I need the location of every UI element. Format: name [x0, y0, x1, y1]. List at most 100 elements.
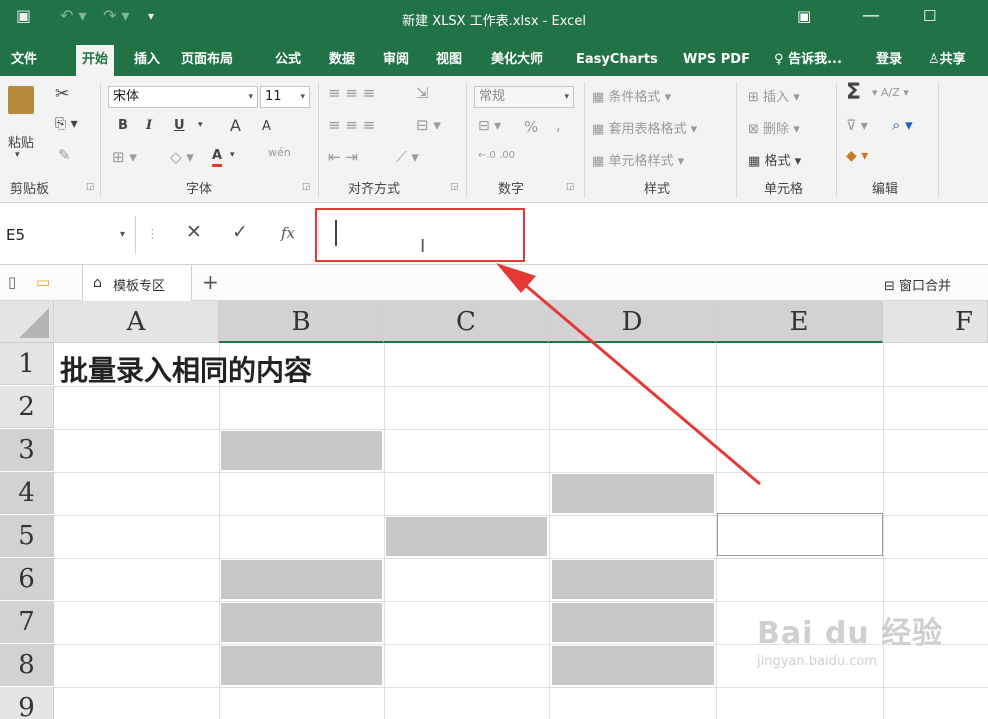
number-format-select[interactable]: 常规 ▾: [474, 86, 574, 108]
cell-c5[interactable]: [386, 517, 547, 556]
tell-me-search[interactable]: ♀ 告诉我...: [768, 47, 848, 76]
tab-data[interactable]: 数据: [323, 47, 361, 76]
indent-icon[interactable]: ⇤ ⇥: [328, 148, 358, 166]
cell-b3[interactable]: [221, 431, 382, 470]
clipboard-launcher-icon[interactable]: ◲: [86, 182, 95, 192]
cell-a1[interactable]: 批量录入相同的内容: [60, 349, 312, 389]
alignment-launcher-icon[interactable]: ◲: [450, 182, 459, 192]
tab-formulas[interactable]: 公式: [269, 47, 307, 76]
row-header-3[interactable]: 3: [0, 429, 54, 471]
tab-file[interactable]: 文件: [5, 47, 43, 76]
tab-wps-pdf[interactable]: WPS PDF: [677, 47, 756, 76]
tab-insert[interactable]: 插入: [128, 47, 166, 76]
paste-button[interactable]: 粘贴: [8, 132, 34, 151]
fill-button[interactable]: ⊽ ▾: [846, 118, 868, 134]
add-tab-button[interactable]: +: [202, 270, 219, 294]
tab-sign-in[interactable]: 登录: [870, 47, 908, 76]
fill-color-icon[interactable]: ◇ ▾: [170, 148, 194, 166]
row-header-1[interactable]: 1: [0, 343, 54, 385]
cell-styles-button[interactable]: ▦ 单元格样式 ▾: [592, 150, 684, 169]
row-header-4[interactable]: 4: [0, 472, 54, 514]
font-color-icon[interactable]: A: [212, 148, 223, 167]
cell-d6[interactable]: [552, 560, 714, 599]
row-header-2[interactable]: 2: [0, 386, 54, 428]
format-cells-button[interactable]: ▦ 格式 ▾: [748, 150, 801, 169]
cell-b7[interactable]: [221, 603, 382, 642]
clear-button[interactable]: ◆ ▾: [846, 148, 868, 164]
tab-home[interactable]: 开始: [76, 45, 115, 76]
copy-icon[interactable]: ⎘ ▾: [55, 116, 78, 132]
column-header-c[interactable]: C: [384, 301, 549, 343]
underline-button[interactable]: U: [174, 118, 185, 133]
column-header-a[interactable]: A: [54, 301, 219, 343]
column-header-f[interactable]: F: [883, 301, 988, 343]
underline-dropdown-icon[interactable]: ▾: [198, 120, 203, 130]
column-header-b[interactable]: B: [219, 301, 384, 343]
conditional-format-button[interactable]: ▦ 条件格式 ▾: [592, 86, 671, 105]
paste-dropdown-icon[interactable]: ▾: [15, 150, 20, 160]
cut-icon[interactable]: ✂: [55, 84, 69, 104]
cell-d4[interactable]: [552, 474, 714, 513]
tab-view[interactable]: 视图: [430, 47, 468, 76]
find-select-button[interactable]: ⌕ ▾: [892, 116, 913, 134]
cell-b6[interactable]: [221, 560, 382, 599]
comma-button[interactable]: ,: [556, 116, 561, 134]
cell-d7[interactable]: [552, 603, 714, 642]
row-header-9[interactable]: 9: [0, 687, 54, 719]
percent-button[interactable]: %: [524, 118, 538, 136]
number-launcher-icon[interactable]: ◲: [566, 182, 575, 192]
format-as-table-button[interactable]: ▦ 套用表格格式 ▾: [592, 118, 697, 137]
delete-cells-button[interactable]: ⊠ 删除 ▾: [748, 118, 800, 137]
grow-font-button[interactable]: A: [230, 116, 241, 135]
name-box-dropdown-icon[interactable]: ▾: [120, 216, 125, 254]
column-header-d[interactable]: D: [549, 301, 716, 343]
enter-button[interactable]: ✓: [232, 221, 248, 243]
active-cell-e5[interactable]: [717, 513, 883, 556]
share-button[interactable]: ♙共享: [922, 47, 972, 76]
row-header-5[interactable]: 5: [0, 515, 54, 557]
template-area-tab[interactable]: ⌂ 模板专区: [82, 265, 192, 301]
shrink-font-button[interactable]: A: [262, 119, 271, 134]
orientation-icon[interactable]: ⟋ ▾: [396, 148, 419, 166]
maximize-icon[interactable]: ☐: [923, 7, 936, 25]
folder-icon[interactable]: ▭: [36, 273, 50, 291]
insert-cells-button[interactable]: ⊞ 插入 ▾: [748, 86, 800, 105]
new-document-icon[interactable]: ▯: [8, 273, 16, 291]
cancel-button[interactable]: ✕: [186, 221, 202, 243]
left-align-icon[interactable]: ≡ ≡ ≡: [328, 116, 375, 134]
font-color-dropdown-icon[interactable]: ▾: [230, 150, 235, 160]
insert-function-button[interactable]: fx: [281, 224, 295, 242]
autosum-button[interactable]: Σ: [846, 80, 861, 105]
row-header-7[interactable]: 7: [0, 601, 54, 643]
font-name-select[interactable]: 宋体 ▾: [108, 86, 258, 108]
row-header-6[interactable]: 6: [0, 558, 54, 600]
increase-decimal-button[interactable]: ←.0 .00: [478, 150, 515, 161]
italic-button[interactable]: I: [146, 118, 152, 133]
bold-button[interactable]: B: [118, 118, 128, 133]
top-align-icon[interactable]: ≡ ≡ ≡: [328, 84, 375, 102]
tab-beautify[interactable]: 美化大师: [485, 47, 549, 76]
minimize-icon[interactable]: —: [862, 5, 880, 26]
cell-b8[interactable]: [221, 646, 382, 685]
format-painter-icon[interactable]: ✎: [58, 146, 71, 164]
phonetic-icon[interactable]: wén: [268, 146, 291, 159]
accounting-format-icon[interactable]: ⊟ ▾: [478, 118, 501, 134]
font-launcher-icon[interactable]: ◲: [302, 182, 311, 192]
tab-easycharts[interactable]: EasyCharts: [570, 47, 664, 76]
name-box[interactable]: E5 ▾: [0, 216, 136, 254]
cell-d8[interactable]: [552, 646, 714, 685]
column-header-e[interactable]: E: [716, 301, 883, 343]
font-size-select[interactable]: 11 ▾: [260, 86, 310, 108]
merge-center-icon[interactable]: ⊟ ▾: [416, 116, 441, 134]
window-merge-button[interactable]: ⊟ 窗口合并: [884, 275, 951, 294]
tab-page-layout[interactable]: 页面布局: [175, 47, 239, 76]
ribbon-display-icon[interactable]: ▣: [797, 7, 811, 25]
select-all-corner[interactable]: [0, 301, 54, 343]
tab-review[interactable]: 审阅: [377, 47, 415, 76]
wrap-text-icon[interactable]: ⇲: [416, 84, 429, 102]
sort-filter-button[interactable]: ▾ A/Z ▾: [872, 86, 909, 99]
row-header-8[interactable]: 8: [0, 644, 54, 686]
formula-bar-grip[interactable]: ⋮: [146, 227, 159, 242]
paste-icon[interactable]: [8, 86, 34, 114]
borders-icon[interactable]: ⊞ ▾: [112, 148, 137, 166]
